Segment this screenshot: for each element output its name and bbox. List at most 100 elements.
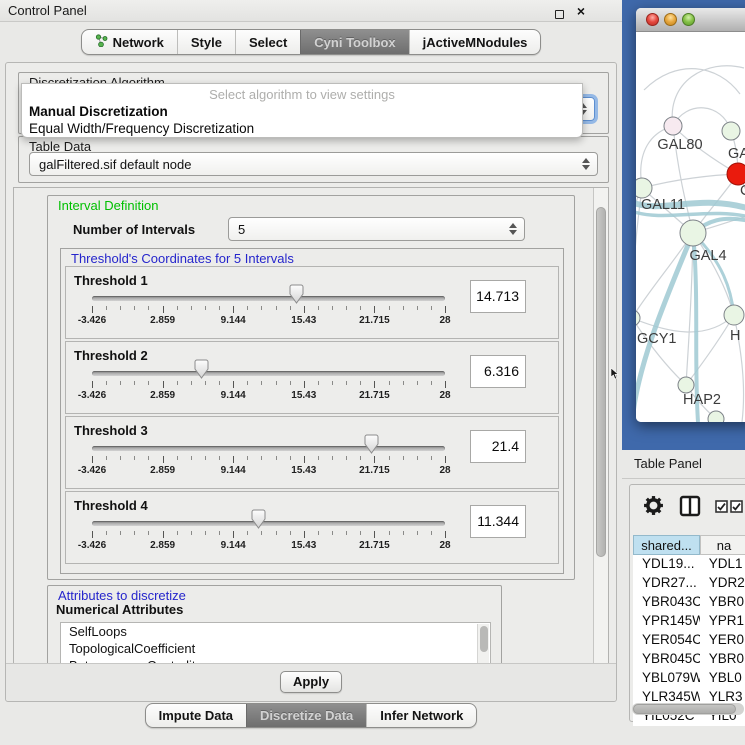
slider-track[interactable] [92,521,445,526]
threshold-value-field[interactable]: 11.344 [470,505,526,538]
table-row[interactable]: YBL079WYBL0 [633,669,745,688]
network-edge[interactable] [642,174,738,188]
network-edge[interactable] [672,66,744,126]
threshold-value-field[interactable]: 6.316 [470,355,526,388]
number-of-intervals-combobox[interactable]: 5 [228,217,525,241]
network-node-label: H [730,328,740,344]
slider-ticks [92,305,445,314]
bottom-tab-infer-network[interactable]: Infer Network [366,704,476,727]
network-node[interactable] [636,310,640,326]
table-row[interactable]: YDR27...YDR2 [633,574,745,593]
table-data-group: Table Data galFiltered.sif default node [18,136,609,183]
algorithm-option[interactable]: Equal Width/Frequency Discretization [22,120,582,137]
network-node-label: C [740,183,745,199]
slider-handle[interactable] [289,284,304,304]
slider-ticks [92,380,445,389]
table-row[interactable]: YER054CYER0 [633,631,745,650]
network-edge[interactable] [636,315,734,332]
tab-label: Style [191,35,222,50]
bottom-tab-label: Discretize Data [260,708,353,723]
table-row[interactable]: YBR045CYBR0 [633,650,745,669]
slider-track[interactable] [92,446,445,451]
network-node[interactable] [680,220,706,246]
table-data-value: galFiltered.sif default node [39,157,191,172]
slider-tick-labels: -3.4262.8599.14415.4321.71528 [92,540,445,552]
threshold-label: Threshold 4 [74,498,148,513]
threshold-label: Threshold 3 [74,423,148,438]
network-node[interactable] [678,377,694,393]
cyni-toolbox-panel: Discretization Algorithm Select algorith… [5,62,617,702]
bottom-tab-discretize-data[interactable]: Discretize Data [246,704,366,727]
table-row[interactable]: YPR145WYPR1 [633,612,745,631]
network-node-label: GAL4 [689,248,726,264]
algorithm-option[interactable]: Manual Discretization [22,103,582,120]
settings-gear-icon[interactable] [643,495,664,521]
table-panel-frame: shared...na YDL19...YDL1YDR27...YDR2YBR0… [629,484,745,722]
attributes-group-title: Attributes to discretize [56,588,188,603]
network-edge[interactable] [693,233,734,315]
tab-cyni-toolbox[interactable]: Cyni Toolbox [300,30,408,54]
settings-vertical-scrollbar[interactable] [593,188,608,664]
slider-handle[interactable] [251,509,266,529]
algorithm-dropdown-popup: Select algorithm to view settings Manual… [21,83,583,138]
bottom-tab-impute-data[interactable]: Impute Data [146,704,246,727]
bottom-tab-label: Infer Network [380,708,463,723]
network-node[interactable] [724,305,744,325]
slider-tick-labels: -3.4262.8599.14415.4321.71528 [92,390,445,402]
float-window-icon[interactable] [552,4,566,18]
spinner-arrows-icon [509,223,517,235]
node-table: shared...na YDL19...YDL1YDR27...YDR2YBR0… [633,535,745,726]
attributes-list-scrollbar[interactable] [477,624,489,665]
slider-track[interactable] [92,296,445,301]
threshold-value-field[interactable]: 14.713 [470,280,526,313]
table-column-header[interactable]: shared... [633,535,700,555]
slider-ticks [92,455,445,464]
attribute-list-item[interactable]: SelfLoops [61,623,490,640]
network-thick-edge[interactable] [693,233,734,315]
network-node[interactable] [727,163,745,185]
tab-select[interactable]: Select [235,30,300,54]
network-node[interactable] [636,178,652,198]
slider-track[interactable] [92,371,445,376]
numerical-attributes-list[interactable]: SelfLoopsTopologicalCoefficientBetweenne… [60,622,491,665]
table-cell: YBR0 [700,593,745,612]
table-row[interactable]: YDL19...YDL1 [633,555,745,574]
threshold-label: Threshold 1 [74,273,148,288]
threshold-row: Threshold 3-3.4262.8599.14415.4321.71528… [65,416,559,489]
tab-label: jActiveMNodules [423,35,528,50]
table-column-header[interactable]: na [700,535,745,555]
tab-jactivemnodules[interactable]: jActiveMNodules [409,30,541,54]
control-panel-titlebar: Control Panel × [0,0,622,22]
network-edge[interactable] [644,69,740,94]
table-row[interactable]: YBR043CYBR0 [633,593,745,612]
close-traffic-light-icon[interactable] [646,13,659,26]
tab-network[interactable]: Network [82,30,177,54]
apply-bar: Apply [6,663,616,701]
slider-handle[interactable] [364,434,379,454]
zoom-traffic-light-icon[interactable] [682,13,695,26]
table-cell: YER054C [633,631,700,650]
attribute-list-item[interactable]: TopologicalCoefficient [61,640,490,657]
table-data-combobox[interactable]: galFiltered.sif default node [29,152,598,176]
slider-handle[interactable] [194,359,209,379]
close-icon[interactable]: × [574,4,588,18]
column-layout-icon[interactable] [679,495,701,522]
checkbox-checked-icon[interactable] [730,500,743,518]
network-node[interactable] [664,117,682,135]
network-window-titlebar[interactable] [636,8,745,32]
control-panel: Control Panel × Network Style SelectCyni T… [0,0,622,745]
network-edge[interactable] [686,315,734,385]
threshold-label: Threshold 2 [74,348,148,363]
table-cell: YDL19... [633,555,700,574]
network-canvas[interactable]: GAL80GACGAL11GAL4GCY1HHAP2 [636,32,745,422]
network-node[interactable] [708,411,724,422]
checkbox-checked-icon[interactable] [715,500,728,518]
network-node-label: GAL11 [641,197,685,213]
apply-button[interactable]: Apply [280,671,342,693]
table-horizontal-scrollbar[interactable] [632,703,744,715]
threshold-value-field[interactable]: 21.4 [470,430,526,463]
tab-style[interactable]: Style [177,30,235,54]
minimize-traffic-light-icon[interactable] [664,13,677,26]
network-node-label: GAL80 [657,137,702,153]
network-node[interactable] [722,122,740,140]
